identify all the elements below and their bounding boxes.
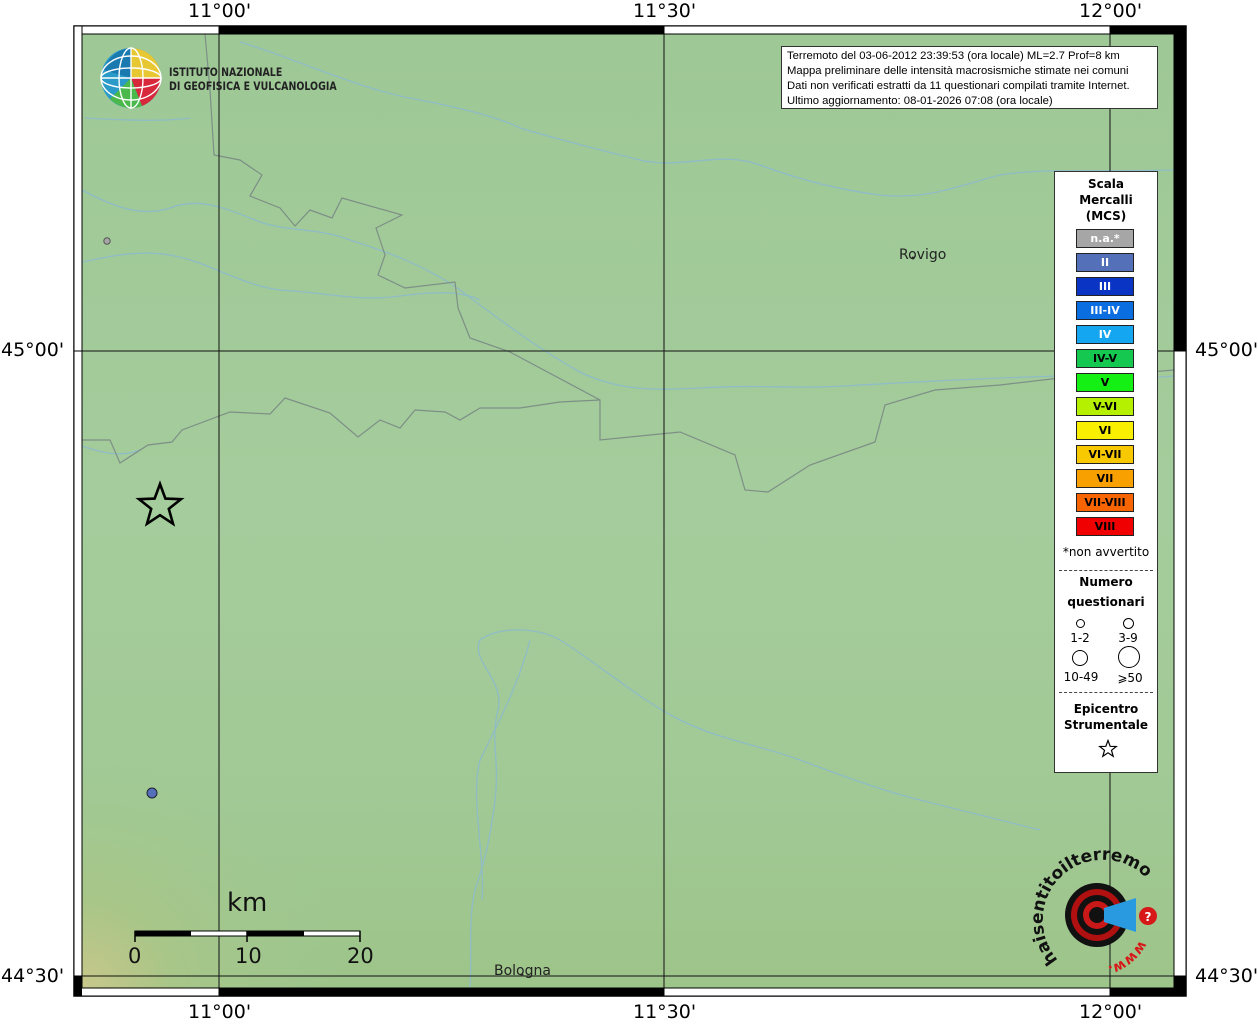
info-line-4: Ultimo aggiornamento: 08-01-2026 07:08 (… [787,95,1053,107]
count-title-2: questionari [1067,595,1145,609]
count-3-9-circle-icon [1123,618,1134,629]
count-50-circle-icon [1118,646,1140,668]
lat-label-45-00-right: 45°00' [1195,339,1258,361]
count-title-1: Numero [1079,575,1133,589]
scalebar-tick-0: 0 [128,944,142,968]
legend-star-icon [1098,739,1118,758]
ingv-logo-icon [100,47,162,109]
legend-separator-1 [1059,570,1153,571]
legend-class-iii: III [1076,277,1134,296]
legend-class-ii: II [1076,253,1134,272]
place-label-rovigo: Rovigo [899,247,947,263]
count-1-2-circle-icon [1076,619,1085,628]
legend-title-2: Mercalli [1079,193,1133,207]
lat-label-44-30-right: 44°30' [1195,965,1258,987]
svg-text:?: ? [1145,910,1152,924]
lat-label-45-00-left: 45°00' [1,339,65,361]
apennine-foothills [82,740,342,988]
epi-title-1: Epicentro [1073,702,1139,716]
legend-class-n-a: n.a.* [1076,229,1134,248]
info-line-3: Dati non verificati estratti da 11 quest… [787,80,1130,92]
legend-title-3: (MCS) [1085,209,1127,223]
info-line-1: Terremoto del 03-06-2012 23:39:53 (ora l… [787,50,1120,62]
epi-title-2: Strumentale [1063,718,1149,732]
lon-label-11-00-bottom: 11°00' [188,1001,252,1023]
lon-label-12-00-top: 12°00' [1079,0,1143,22]
count-10-49-circle-icon [1072,650,1088,666]
ingv-line-2: DI GEOFISICA E VULCANOLOGIA [169,79,337,93]
ingv-line-1: ISTITUTO NAZIONALE [169,65,283,79]
count-label-10-49: 10-49 [1063,670,1099,684]
legend-class-vi: VI [1076,421,1134,440]
legend-class-vii-viii: VII-VIII [1076,493,1134,512]
legend-class-iv-v: IV-V [1076,349,1134,368]
observation-point-ii[interactable] [146,787,158,799]
lon-label-11-30-bottom: 11°30' [633,1001,697,1023]
legend-class-v-vi: V-VI [1076,397,1134,416]
scalebar-tick-20: 20 [347,944,374,968]
count-label-1-2: 1-2 [1070,631,1090,645]
legend-class-v: V [1076,373,1134,392]
count-label-3-9: 3-9 [1118,631,1138,645]
place-label-bologna: Bologna [494,963,551,979]
legend-class-viii: VIII [1076,517,1134,536]
legend-class-iii-iv: III-IV [1076,301,1134,320]
lon-label-11-00-top: 11°00' [188,0,252,22]
legend-title-1: Scala [1087,177,1125,191]
legend-separator-2 [1059,692,1153,693]
legend: Scala Mercalli (MCS) n.a.* II III III-IV IV I… [1054,171,1158,773]
event-info-box: Terremoto del 03-06-2012 23:39:53 (ora l… [781,46,1158,109]
scalebar-unit: km [227,888,268,918]
scalebar-tick-10: 10 [235,944,262,968]
info-line-2: Mappa preliminare delle intensità macros… [787,65,1129,77]
count-label-50: ⩾50 [1117,671,1143,685]
lat-label-44-30-left: 44°30' [1,965,65,987]
legend-na-note: *non avvertito [1062,545,1150,559]
legend-class-vii: VII [1076,469,1134,488]
legend-class-iv: IV [1076,325,1134,344]
ingv-logo-text: ISTITUTO NAZIONALE DI GEOFISICA E VULCAN… [169,65,337,93]
lon-label-12-00-bottom: 12°00' [1079,1001,1143,1023]
lon-label-11-30-top: 11°30' [633,0,697,22]
observation-point-na[interactable] [103,237,111,245]
legend-class-vi-vii: VI-VII [1076,445,1134,464]
